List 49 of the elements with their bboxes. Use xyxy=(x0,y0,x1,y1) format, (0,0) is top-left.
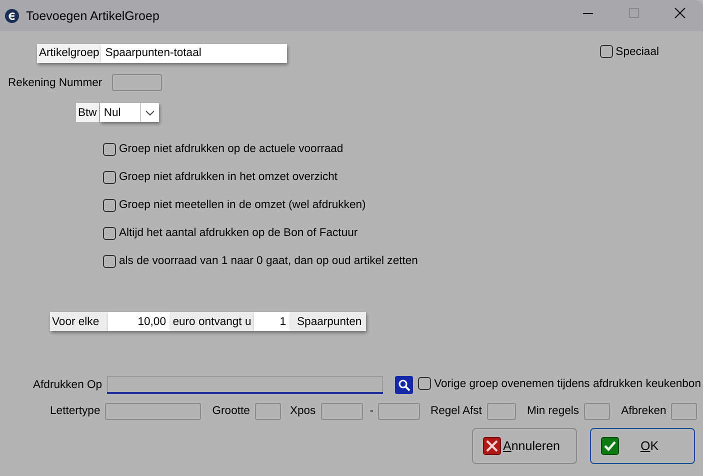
field-label: Artikelgroep xyxy=(37,44,102,62)
checkbox[interactable] xyxy=(103,198,116,212)
field-label: Xpos xyxy=(290,405,316,417)
checkbox[interactable] xyxy=(600,45,613,58)
field-label: Lettertype xyxy=(50,405,100,417)
input-field[interactable]: 10,00 xyxy=(108,312,170,331)
checkbox[interactable] xyxy=(103,254,116,268)
field-label: - xyxy=(370,405,374,417)
checkbox[interactable] xyxy=(418,377,432,390)
search-icon xyxy=(398,378,411,392)
input-field[interactable] xyxy=(584,402,610,420)
input-field[interactable]: 1 xyxy=(254,312,290,331)
checkbox-label: Groep niet afdrukken op de actuele voorraad xyxy=(119,143,344,155)
input-field[interactable] xyxy=(105,402,202,420)
input-field[interactable] xyxy=(254,402,281,420)
checkbox[interactable] xyxy=(103,170,116,184)
cancel-button[interactable]: Annuleren xyxy=(472,428,577,464)
input-field[interactable] xyxy=(112,74,162,91)
field-label: euro ontvangt u xyxy=(170,312,254,331)
checkbox-label: Groep niet meetellen in de omzet (wel afdrukken) xyxy=(119,199,366,211)
ok-button[interactable]: OK xyxy=(590,428,695,464)
field-label: Rekening Nummer xyxy=(8,76,102,88)
field-label: Afdrukken Op xyxy=(33,379,102,391)
search-button[interactable] xyxy=(395,376,414,394)
checkbox-label: Altijd het aantal afdrukken op de Bon of Factuur xyxy=(119,227,358,239)
checkbox-label: Speciaal xyxy=(616,46,659,58)
field-label: Spaarpunten xyxy=(290,312,366,331)
cross-icon xyxy=(483,437,501,455)
input-field[interactable] xyxy=(671,402,698,420)
field-label: Btw xyxy=(76,103,99,122)
field-label: Voor elke xyxy=(50,312,108,331)
checkmark-icon xyxy=(601,437,619,455)
input-field[interactable] xyxy=(320,402,363,420)
checkbox-label: Groep niet afdrukken in het omzet overzicht xyxy=(119,171,338,183)
field-label: Grootte xyxy=(212,405,250,417)
input-field[interactable] xyxy=(107,376,384,394)
field-label: Min regels xyxy=(526,405,580,417)
checkbox[interactable] xyxy=(103,142,116,156)
dropdown[interactable]: Nul xyxy=(100,103,159,122)
field-label: Afbreken xyxy=(621,405,666,417)
window-title: Toevoegen ArtikelGroep xyxy=(26,8,160,22)
input-field[interactable] xyxy=(378,402,420,420)
checkbox[interactable] xyxy=(103,226,116,240)
checkbox-label: Vorige groep ovenemen tijdens afdrukken keukenbon xyxy=(434,378,701,390)
app-logo-icon xyxy=(5,8,19,22)
checkbox-label: als de voorraad van 1 naar 0 gaat, dan op oud artikel zetten xyxy=(119,255,418,267)
field-label: Regel Afst xyxy=(430,405,482,417)
input-field[interactable]: Spaarpunten-totaal xyxy=(101,44,288,62)
input-field[interactable] xyxy=(486,402,516,420)
